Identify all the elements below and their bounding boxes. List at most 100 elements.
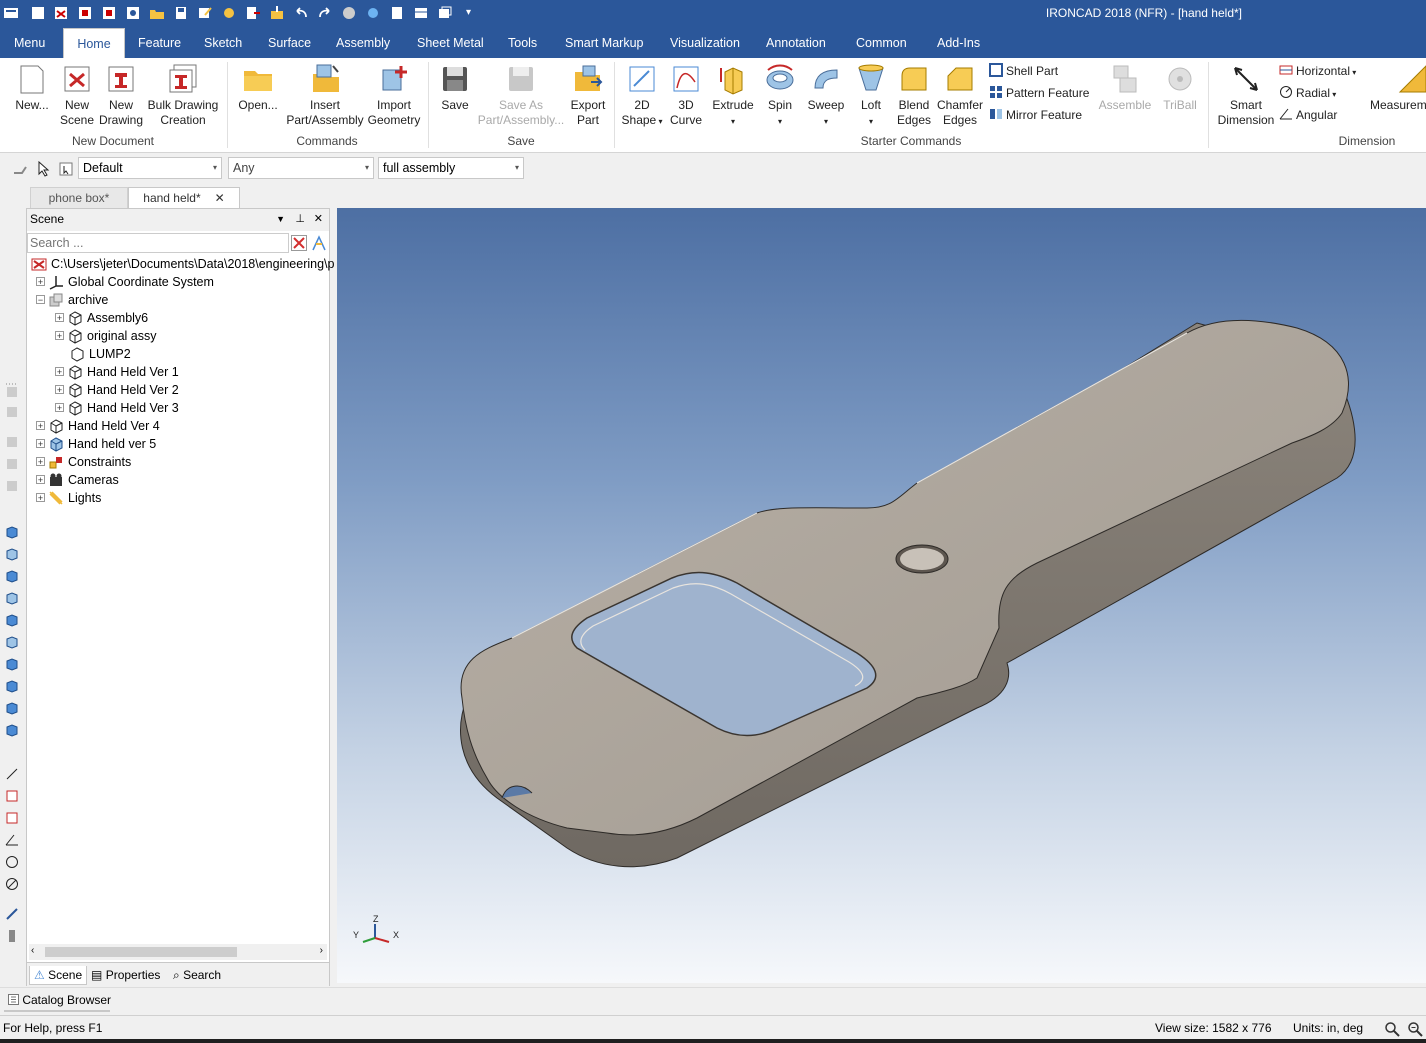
mirror-feature-button[interactable]: Mirror Feature — [989, 106, 1082, 124]
tab-sheet-metal[interactable]: Sheet Metal — [417, 28, 484, 58]
catalog-browser-tab[interactable]: Catalog Browser — [8, 992, 111, 1008]
redo-icon[interactable] — [317, 5, 333, 21]
3d-viewport[interactable]: Z Y X — [337, 208, 1426, 983]
undo-icon[interactable] — [293, 5, 309, 21]
expand-icon[interactable]: + — [55, 313, 64, 323]
iso-view-icon[interactable] — [5, 701, 19, 715]
shell-part-button[interactable]: Shell Part — [989, 62, 1058, 80]
scene-search-input[interactable] — [27, 233, 289, 253]
tab-sketch[interactable]: Sketch — [204, 28, 242, 58]
radial-tool-icon[interactable] — [5, 877, 19, 891]
tree-item-constraints[interactable]: + Constraints — [36, 453, 131, 471]
3d-curve-button[interactable]: 3D Curve — [666, 62, 706, 128]
tab-common[interactable]: Common — [856, 28, 907, 58]
layout-icon[interactable] — [413, 5, 429, 21]
tree-item-hand-held-ver-1[interactable]: + Hand Held Ver 1 — [55, 363, 179, 381]
tree-item-assembly6[interactable]: + Assembly6 — [55, 309, 148, 327]
sweep-button[interactable]: Sweep ▾ — [804, 62, 848, 129]
cube-front-icon[interactable] — [5, 525, 19, 539]
tab-tools[interactable]: Tools — [508, 28, 537, 58]
new-icon[interactable] — [30, 5, 46, 21]
tree-item-root[interactable]: C:\Users\jeter\Documents\Data\2018\engin… — [31, 255, 334, 273]
tab-phone-box[interactable]: phone box* — [30, 187, 128, 208]
angular-dimension-button[interactable]: Angular — [1279, 106, 1337, 124]
tree-item-hand-held-ver-2[interactable]: + Hand Held Ver 2 — [55, 381, 179, 399]
new-drawing-button[interactable]: New Drawing — [98, 62, 144, 128]
expand-icon[interactable]: + — [36, 277, 45, 287]
select-mode-icon[interactable] — [58, 161, 74, 177]
tab-visualization[interactable]: Visualization — [670, 28, 740, 58]
tab-search[interactable]: ⌕ Search — [173, 966, 221, 984]
triball-button[interactable]: TriBall — [1158, 62, 1202, 113]
triball-icon[interactable] — [365, 5, 381, 21]
catalog-icon[interactable] — [125, 5, 141, 21]
new-scene-icon[interactable] — [53, 5, 69, 21]
search-options-icon[interactable] — [311, 235, 327, 251]
radial-tool-icon[interactable] — [5, 855, 19, 869]
2d-shape-button[interactable]: 2D Shape ▾ — [620, 62, 664, 129]
render-icon[interactable] — [341, 5, 357, 21]
export-icon[interactable] — [245, 5, 261, 21]
collapse-icon[interactable]: − — [36, 295, 45, 305]
view-icon[interactable] — [5, 435, 19, 449]
open-icon[interactable] — [149, 5, 165, 21]
expand-icon[interactable]: + — [36, 421, 45, 431]
hand-held-part-model[interactable] — [337, 208, 1426, 983]
close-tab-icon[interactable]: ✕ — [215, 191, 225, 205]
view-icon[interactable] — [5, 479, 19, 493]
scroll-right-icon[interactable]: › — [320, 945, 323, 956]
drawing-icon[interactable] — [101, 5, 117, 21]
extrude-button[interactable]: Extrude ▾ — [710, 62, 756, 129]
import-icon[interactable] — [269, 5, 285, 21]
view-icon[interactable] — [5, 405, 19, 419]
open-button[interactable]: Open... — [236, 62, 280, 113]
tab-annotation[interactable]: Annotation — [766, 28, 826, 58]
filter-dropdown[interactable]: Any ▾ — [228, 157, 374, 179]
document-icon[interactable] — [389, 5, 405, 21]
tab-menu[interactable]: Menu — [14, 28, 45, 58]
iso-view-icon[interactable] — [5, 723, 19, 737]
new-button[interactable]: New... — [10, 62, 54, 113]
edit-icon[interactable] — [197, 5, 213, 21]
style-dropdown[interactable]: Default ▾ — [78, 157, 222, 179]
drawing-tool-icon[interactable] — [5, 811, 19, 825]
cube-back-icon[interactable] — [5, 613, 19, 627]
close-panel-icon[interactable]: ✕ — [314, 209, 323, 229]
scroll-left-icon[interactable]: ‹ — [31, 945, 34, 956]
pattern-feature-button[interactable]: Pattern Feature — [989, 84, 1089, 102]
cube-left-icon[interactable] — [5, 591, 19, 605]
tab-scene[interactable]: ⚠ Scene — [29, 966, 88, 985]
expand-icon[interactable]: + — [55, 331, 64, 341]
measurement-button[interactable]: Measurem — [1370, 62, 1426, 113]
new-scene-button[interactable]: New Scene — [55, 62, 99, 128]
scope-dropdown[interactable]: full assembly ▾ — [378, 157, 524, 179]
tab-assembly[interactable]: Assembly — [336, 28, 390, 58]
tree-item-hand-held-ver-3[interactable]: + Hand Held Ver 3 — [55, 399, 179, 417]
import-geometry-button[interactable]: Import Geometry — [366, 62, 422, 128]
tab-home[interactable]: Home — [63, 28, 125, 59]
zoom-icon[interactable] — [1384, 1021, 1400, 1037]
pointer-icon[interactable] — [36, 161, 50, 177]
assemble-button[interactable]: Assemble — [1098, 62, 1152, 113]
expand-icon[interactable]: + — [36, 439, 45, 449]
measure-tool-icon[interactable] — [5, 907, 19, 921]
expand-icon[interactable]: + — [36, 475, 45, 485]
insert-part-button[interactable]: Insert Part/Assembly — [285, 62, 365, 128]
tab-hand-held[interactable]: hand held* ✕ — [128, 187, 240, 208]
tree-item-lights[interactable]: + Lights — [36, 489, 101, 507]
tree-item-lump2[interactable]: LUMP2 — [69, 345, 131, 363]
loft-button[interactable]: Loft ▾ — [852, 62, 890, 129]
expand-icon[interactable]: + — [55, 367, 64, 377]
tools-icon[interactable] — [221, 5, 237, 21]
radial-dimension-button[interactable]: Radial ▾ — [1279, 84, 1336, 102]
tab-add-ins[interactable]: Add-Ins — [937, 28, 980, 58]
tree-item-hand-held-ver-4[interactable]: + Hand Held Ver 4 — [36, 417, 160, 435]
save-button[interactable]: Save — [436, 62, 474, 113]
iso-view-icon[interactable] — [5, 657, 19, 671]
ruler-tool-icon[interactable] — [5, 929, 19, 943]
tree-item-hand-held-ver-5[interactable]: + Hand held ver 5 — [36, 435, 156, 453]
windows-icon[interactable] — [437, 5, 453, 21]
drawing-tool-icon[interactable] — [5, 789, 19, 803]
tree-item-cameras[interactable]: + Cameras — [36, 471, 119, 489]
clear-search-icon[interactable] — [291, 235, 307, 251]
